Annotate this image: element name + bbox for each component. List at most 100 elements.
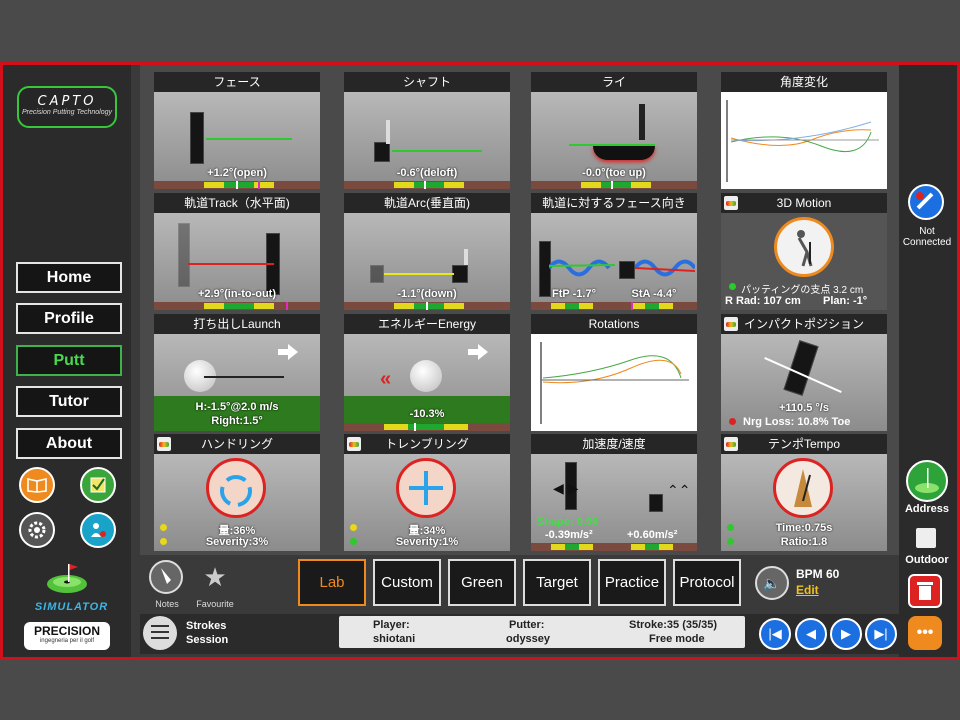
panel-3d-motion[interactable]: 3D Motion パッティングの支点 3.2 cm R Rad: 107 cm…	[721, 193, 887, 310]
tab-practice[interactable]: Practice	[598, 559, 666, 606]
panel-title: 軌道に対するフェース向き	[531, 193, 697, 213]
panel-title: 加速度/速度	[531, 434, 697, 454]
hands-icon	[206, 458, 266, 518]
track-ghost-putter	[178, 223, 190, 287]
handring-severity: Severity:3%	[205, 536, 269, 548]
track-line	[188, 263, 274, 265]
panel-face-to-path[interactable]: 軌道に対するフェース向き FtP -1.7° StA -4.4°	[531, 193, 697, 310]
more-menu-icon[interactable]: •••	[908, 616, 942, 650]
simulator-icon[interactable]	[42, 560, 92, 598]
arrow-right-icon	[468, 344, 488, 360]
panel-title: 軌道Track（水平面)	[154, 193, 320, 213]
panel-handring[interactable]: ハンドリング 量:36% Severity:3%	[154, 434, 320, 551]
panel-rotations[interactable]: Rotations	[531, 314, 697, 431]
panel-energy[interactable]: エネルギーEnergy « -10.3%	[344, 314, 510, 431]
lie-shaft-icon	[639, 104, 645, 140]
brand-main: PRECISION	[33, 624, 100, 638]
impact-deg-value: +110.5 °/s	[779, 402, 829, 414]
arc-ghost-putter	[370, 265, 384, 283]
panel-title: Rotations	[531, 314, 697, 334]
favourite-label: Favourite	[196, 599, 234, 609]
panel-accel[interactable]: 加速度/速度 ◀ ▶ ⌃⌃ Shape: 0.96 -0.39m/s² +0.6…	[531, 434, 697, 551]
ftp-scale	[531, 302, 697, 310]
outdoor-checkbox[interactable]	[916, 528, 936, 548]
double-arrow-icon: ◀ ▶	[553, 480, 579, 496]
panel-angle-change[interactable]: 角度変化	[721, 72, 887, 189]
launch-line	[204, 376, 284, 378]
bpm-edit-link[interactable]: Edit	[796, 583, 819, 597]
panel-title: エネルギーEnergy	[344, 314, 510, 334]
nav-home-button[interactable]: Home	[16, 262, 122, 293]
panel-arc[interactable]: 軌道Arc(垂直面) -1.1°(down)	[344, 193, 510, 310]
gauge-icon	[724, 437, 738, 451]
tab-target[interactable]: Target	[523, 559, 591, 606]
nav-tutor-button[interactable]: Tutor	[16, 386, 122, 417]
panel-title: トレンブリング	[344, 434, 510, 454]
chevron-up-icon: ⌃⌃	[667, 482, 691, 498]
address-icon[interactable]	[906, 460, 948, 502]
nav-putt-button[interactable]: Putt	[16, 345, 122, 376]
panel-shaft[interactable]: シャフト -0.6°(deloft)	[344, 72, 510, 189]
player-label: Player:	[373, 619, 410, 631]
nav-about-button[interactable]: About	[16, 428, 122, 459]
putter-label: Putter:	[509, 619, 545, 631]
trash-icon[interactable]	[908, 574, 942, 608]
next-stroke-button[interactable]: ▶	[830, 618, 862, 650]
pivot-value: パッティングの支点 3.2 cm	[741, 285, 864, 296]
panel-face[interactable]: フェース +1.2°(open)	[154, 72, 320, 189]
putter-side-icon	[374, 142, 390, 162]
panel-title: 角度変化	[721, 72, 887, 92]
accel-value: -0.39m/s²	[545, 529, 593, 541]
panel-tempo[interactable]: テンポTempo Time:0.75s Ratio:1.8	[721, 434, 887, 551]
stroke-count: Stroke:35 (35/35)	[629, 619, 718, 631]
panel-title: 軌道Arc(垂直面)	[344, 193, 510, 213]
gauge-icon	[347, 437, 361, 451]
book-icon[interactable]	[19, 467, 55, 503]
panel-track[interactable]: 軌道Track（水平面) +2.9°(in-to-out)	[154, 193, 320, 310]
logo-title: CAPTO	[37, 94, 97, 109]
tab-green[interactable]: Green	[448, 559, 516, 606]
rrad-value: R Rad: 107 cm	[725, 295, 801, 307]
right-toolbar	[899, 65, 957, 657]
panel-title: テンポTempo	[721, 434, 887, 454]
gauge-icon	[724, 196, 738, 210]
panel-launch[interactable]: 打ち出しLaunch H:-1.5°@2.0 m/s Right:1.5°	[154, 314, 320, 431]
checklist-icon[interactable]	[80, 467, 116, 503]
golf-ball-icon	[410, 360, 442, 392]
panel-title: 3D Motion	[721, 193, 887, 213]
strokes-label: Strokes	[186, 620, 227, 632]
launch-h-value: H:-1.5°@2.0 m/s	[195, 401, 279, 413]
nav-profile-button[interactable]: Profile	[16, 303, 122, 334]
lie-scale	[531, 181, 697, 189]
speed-putter-icon	[649, 494, 663, 512]
energy-scale	[344, 423, 510, 431]
shaft-angle-line	[392, 150, 482, 152]
last-stroke-button[interactable]: ▶|	[865, 618, 897, 650]
panel-title: 打ち出しLaunch	[154, 314, 320, 334]
strokes-session-icon[interactable]	[143, 616, 177, 650]
precision-logo: PRECISION ingegneria per il golf	[24, 622, 110, 650]
video-person-icon[interactable]	[80, 512, 116, 548]
shaft-value: -0.6°(deloft)	[396, 167, 458, 179]
star-icon[interactable]: ★	[200, 563, 230, 593]
metronome-icon	[773, 458, 833, 518]
panel-title: ライ	[531, 72, 697, 92]
putter-name: odyssey	[506, 633, 551, 645]
tab-lab[interactable]: Lab	[298, 559, 366, 606]
speaker-icon[interactable]: 🔈	[755, 566, 789, 600]
energy-value: -10.3%	[409, 408, 445, 420]
sensor-connection-icon[interactable]	[908, 184, 944, 220]
panel-impact[interactable]: インパクトポジション +110.5 °/s Nrg Loss: 10.8% To…	[721, 314, 887, 431]
lie-head-icon	[593, 146, 655, 160]
panel-trembling[interactable]: トレンブリング 量:34% Severity:1%	[344, 434, 510, 551]
first-stroke-button[interactable]: |◀	[759, 618, 791, 650]
gear-icon[interactable]	[19, 512, 55, 548]
tab-custom[interactable]: Custom	[373, 559, 441, 606]
panel-lie[interactable]: ライ -0.0°(toe up)	[531, 72, 697, 189]
panel-title: シャフト	[344, 72, 510, 92]
notes-icon[interactable]	[149, 560, 183, 594]
tab-protocol[interactable]: Protocol	[673, 559, 741, 606]
session-label: Session	[186, 634, 229, 646]
capto-logo: CAPTO Precision Putting Technology	[17, 86, 117, 128]
prev-stroke-button[interactable]: ◀	[795, 618, 827, 650]
